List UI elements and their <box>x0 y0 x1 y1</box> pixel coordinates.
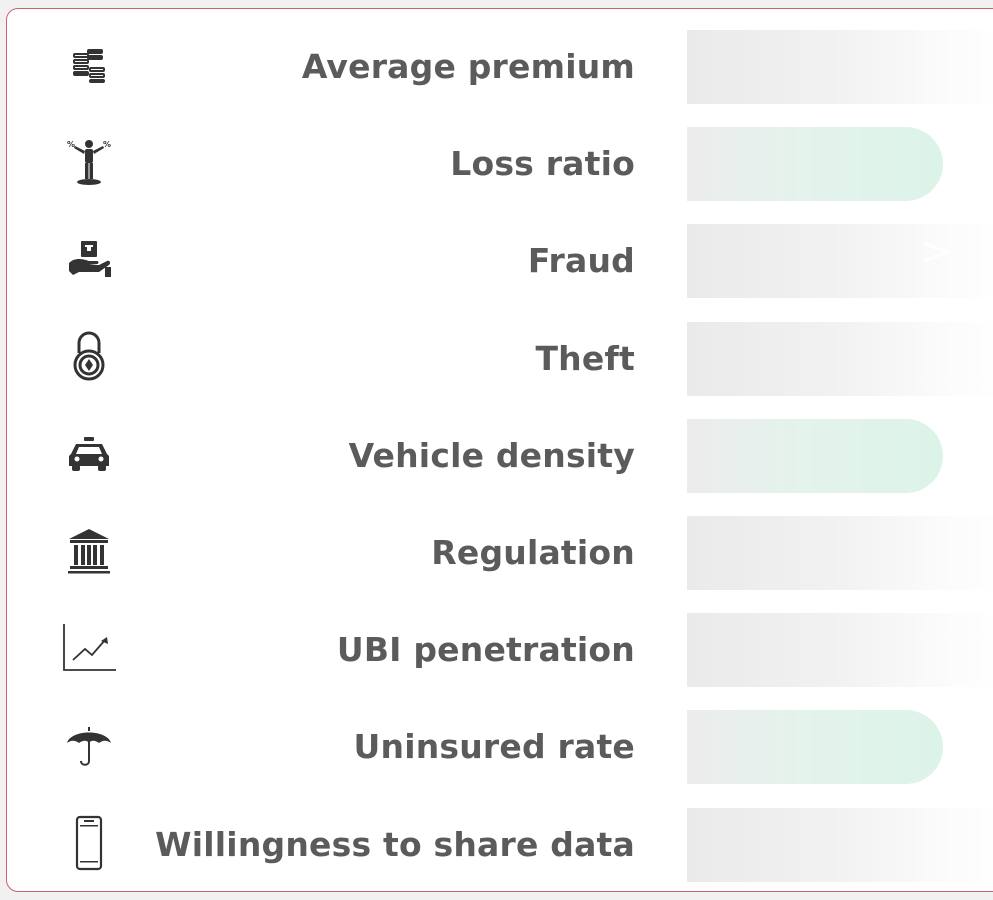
factor-label: Regulation <box>431 533 635 572</box>
factor-label: Willingness to share data <box>155 824 635 864</box>
factor-label: Uninsured rate <box>353 727 635 767</box>
factor-card: Average premium%% Loss ratio Fraud Theft Veh… <box>6 8 993 892</box>
factor-row-theft: Theft <box>7 321 993 397</box>
factor-row-fraud: Fraud <box>7 223 993 299</box>
bank-building-icon <box>59 521 119 581</box>
factor-row-willingness-to-share-data: Willingness to share data <box>7 807 993 883</box>
factor-row-loss-ratio: %% Loss ratio <box>7 126 993 202</box>
factor-bar <box>687 516 993 590</box>
umbrella-icon <box>59 715 119 775</box>
factor-row-average-premium: Average premium <box>7 29 993 105</box>
factor-bar <box>687 127 943 202</box>
factor-label: Average premium <box>301 47 635 86</box>
balance-person-icon: %% <box>59 132 119 192</box>
padlock-icon <box>59 327 119 387</box>
factor-label: Theft <box>535 338 635 378</box>
factor-row-ubi-penetration: UBI penetration <box>7 612 993 688</box>
smartphone-icon <box>59 813 119 873</box>
factor-row-uninsured-rate: Uninsured rate <box>7 709 993 785</box>
chevron-right-icon: > <box>919 229 953 275</box>
factor-label: Fraud <box>527 241 635 281</box>
line-chart-icon <box>59 618 119 678</box>
factor-label: Vehicle density <box>348 435 635 475</box>
factor-bar <box>687 321 993 396</box>
factor-bar <box>687 710 943 785</box>
car-icon <box>59 424 119 484</box>
factor-bar <box>687 418 943 493</box>
hand-with-box-icon <box>59 229 119 289</box>
factor-bar <box>687 30 993 104</box>
factor-row-regulation: Regulation <box>7 515 993 591</box>
factor-bar <box>687 807 993 882</box>
factor-label: Loss ratio <box>450 144 635 184</box>
svg-text:%: % <box>67 140 75 149</box>
factor-row-vehicle-density: Vehicle density <box>7 418 993 494</box>
factor-label: UBI penetration <box>336 630 635 670</box>
factor-bar <box>687 613 993 688</box>
svg-text:%: % <box>103 140 111 149</box>
coins-stack-icon <box>59 35 119 95</box>
